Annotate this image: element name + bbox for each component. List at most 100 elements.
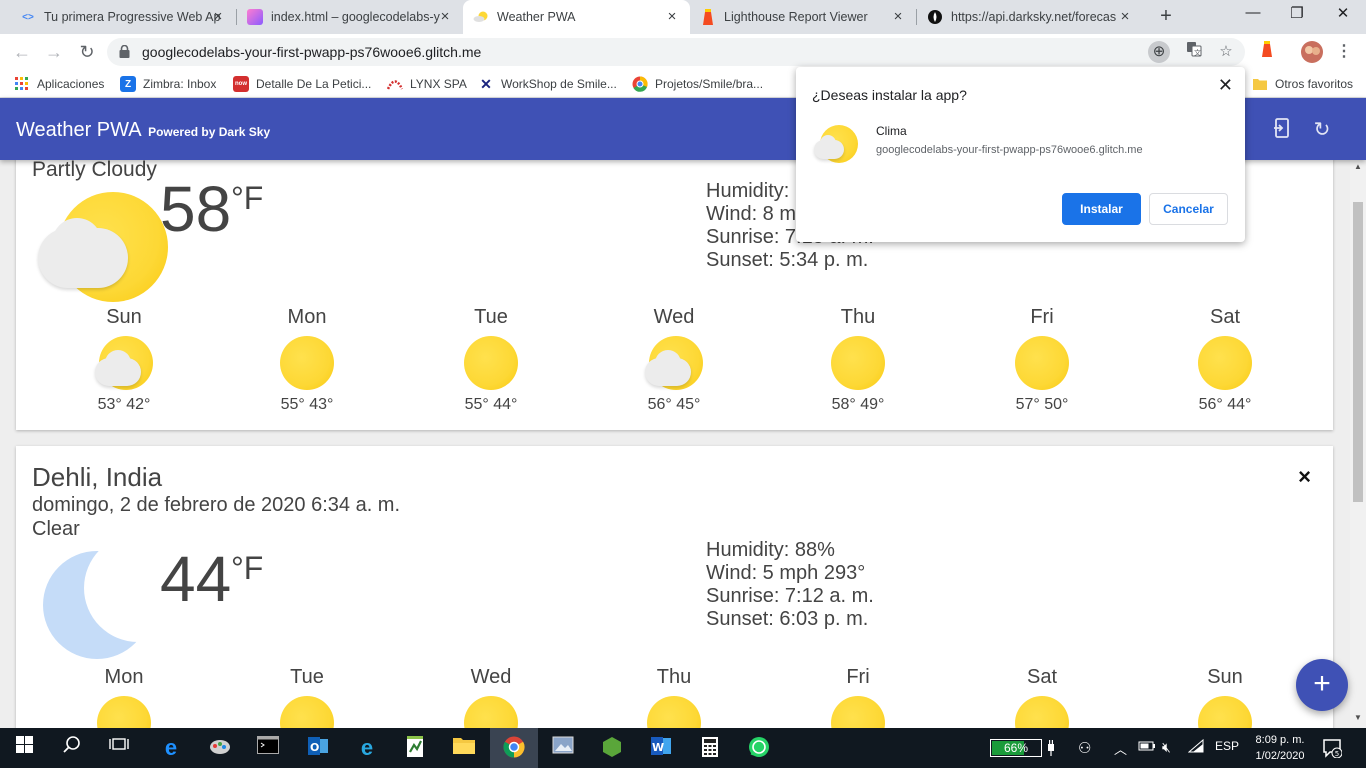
forward-button[interactable]: → [42,40,66,64]
tab-codelab[interactable]: <> Tu primera Progressive Web Ap × [10,0,236,34]
forecast-day-label: Thu [656,666,692,688]
forecast-day: Tue 55° 44° [431,306,551,414]
weather-card: Dehli, India × domingo, 2 de febrero de … [16,446,1333,728]
tab-title: Tu primera Progressive Web Ap [44,10,221,24]
notepadpp-icon[interactable] [403,736,427,760]
close-tab-icon[interactable]: × [437,9,453,25]
lighthouse-icon [700,9,716,25]
new-tab-button[interactable]: + [1155,5,1177,28]
bookmark-zimbra[interactable]: Z Zimbra: Inbox [120,75,216,93]
wifi-icon[interactable] [1187,738,1204,756]
input-language[interactable]: ESP [1215,739,1239,753]
clock-date: 1/02/2020 [1255,750,1305,762]
close-tab-icon[interactable]: × [1117,9,1133,25]
chrome-menu-icon[interactable]: ⋮ [1333,41,1355,63]
bookmark-label: Projetos/Smile/bra... [655,77,764,91]
power-plug-icon[interactable] [1046,739,1056,760]
bookmark-label: Otros favoritos [1275,77,1354,91]
tab-darksky-api[interactable]: https://api.darksky.net/forecas × [917,0,1143,34]
close-tab-icon[interactable]: × [664,9,680,25]
nodejs-icon[interactable] [600,736,624,760]
close-window-button[interactable]: ✕ [1328,4,1358,22]
temperature-value: 58 [160,173,232,245]
tab-title: Weather PWA [497,10,576,24]
bookmark-workshop-smile[interactable]: ✕ WorkShop de Smile... [478,75,617,93]
refresh-button[interactable]: ↻ [1310,118,1334,142]
install-app-icon[interactable]: ⊕ [1148,41,1170,63]
paint-icon[interactable] [208,736,232,760]
photos-app-icon[interactable] [551,736,575,760]
location-name: Dehli, India [32,462,163,492]
whatsapp-icon[interactable] [747,736,771,760]
chevron-up-icon[interactable]: ︿ [1114,739,1127,758]
task-view-icon[interactable] [107,736,131,760]
bookmark-detalle-peticion[interactable]: now Detalle De La Petici... [233,75,371,93]
battery-tray-icon[interactable] [1138,739,1156,756]
bookmark-projetos[interactable]: Projetos/Smile/bra... [632,75,763,93]
install-button[interactable] [1270,118,1294,142]
partly-cloudy-icon [95,336,153,390]
forecast-temps: 53° 42° [97,396,151,413]
maximize-button[interactable]: ❐ [1282,4,1312,22]
terminal-icon[interactable] [256,736,280,760]
windows-start-icon[interactable] [12,736,36,760]
outlook-icon[interactable]: O [306,736,330,760]
page-scrollbar[interactable]: ▲ ▼ [1350,160,1366,728]
sunset: Sunset: 6:03 p. m. [706,608,869,630]
reload-button[interactable]: ↻ [75,40,99,64]
word-icon[interactable]: W [649,736,673,760]
people-icon[interactable]: ⚇ [1078,739,1091,757]
bookmark-star-icon[interactable]: ☆ [1215,41,1237,63]
dialog-close-icon[interactable]: ✕ [1218,75,1233,96]
notification-center-icon[interactable]: 5 [1322,738,1343,759]
install-cancel-button[interactable]: Cancelar [1149,193,1228,225]
forecast-day: Thu 58° 49° [798,306,918,414]
scrollbar-thumb[interactable] [1353,202,1363,502]
partly-cloudy-icon [38,192,168,302]
search-icon[interactable] [60,736,84,760]
tab-glitch[interactable]: index.html – googlecodelabs-y × [237,0,463,34]
calculator-icon[interactable] [698,736,722,760]
system-clock[interactable]: 8:09 p. m. 1/02/2020 [1248,732,1312,764]
tab-weather-pwa[interactable]: Weather PWA × [463,0,690,34]
close-tab-icon[interactable]: × [210,9,226,25]
bookmark-label: LYNX SPA [410,77,467,91]
sun-icon [1198,336,1252,390]
battery-percent: 66% [1003,741,1029,755]
add-location-button[interactable]: + [1296,659,1348,711]
weather-date: domingo, 2 de febrero de 2020 6:34 a. m. [32,494,401,516]
install-confirm-button[interactable]: Instalar [1062,193,1141,225]
bookmark-otros-favoritos[interactable]: Otros favoritos [1252,75,1353,93]
svg-text:O: O [310,741,319,754]
tab-lighthouse[interactable]: Lighthouse Report Viewer × [690,0,916,34]
scroll-up-arrow-icon[interactable]: ▲ [1354,162,1362,171]
forecast-day: Mon 55° 43° [247,306,367,414]
address-bar[interactable]: googlecodelabs-your-first-pwapp-ps76wooe… [107,38,1245,66]
back-button[interactable]: ← [10,40,34,64]
speaker-muted-icon[interactable]: 🔇︎ [1162,739,1171,756]
forecast-day-label: Wed [470,666,512,688]
internet-explorer-icon[interactable]: e [355,736,379,760]
sun-icon [464,336,518,390]
lighthouse-extension-icon[interactable] [1256,41,1278,63]
remove-location-button[interactable]: × [1298,464,1311,490]
app-weather-icon [814,125,858,165]
bookmark-lynx-spa[interactable]: LYNX SPA [387,75,467,93]
bookmark-apps[interactable]: Aplicaciones [14,75,104,93]
minimize-button[interactable]: — [1238,4,1268,21]
tab-title: https://api.darksky.net/forecas [951,10,1117,24]
profile-avatar[interactable] [1301,41,1323,63]
battery-indicator[interactable]: 66% [990,739,1042,757]
scroll-down-arrow-icon[interactable]: ▼ [1354,713,1362,722]
sunset: Sunset: 5:34 p. m. [706,249,869,271]
temperature-unit: °F [231,550,264,586]
edge-icon[interactable]: e [159,736,183,760]
forecast-day-label: Fri [1030,306,1054,328]
file-explorer-icon[interactable] [452,736,476,760]
dialog-app-origin: googlecodelabs-your-first-pwapp-ps76wooe… [876,144,1143,156]
translate-icon[interactable]: 文 [1183,41,1205,63]
sun-icon [647,696,701,728]
close-tab-icon[interactable]: × [890,9,906,25]
chrome-icon[interactable] [502,736,526,760]
weather-list: Partly Cloudy 58 °F Humidity: Wind: 8 m … [0,160,1350,728]
